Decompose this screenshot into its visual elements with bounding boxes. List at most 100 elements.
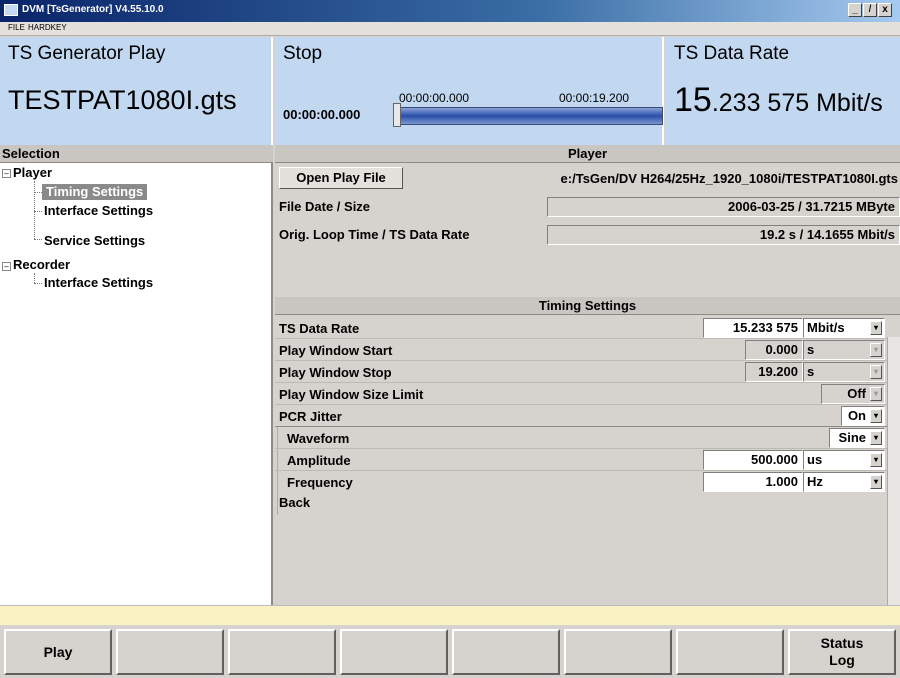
row-amplitude: Amplitude 500.000 us ▾ xyxy=(275,449,887,471)
title-bar: DVM [TsGenerator] V4.55.10.0 _ ̸ x xyxy=(0,0,900,22)
generator-panel: TS Generator Play TESTPAT1080I.gts xyxy=(0,37,273,145)
play-window-stop-input[interactable]: 19.200 xyxy=(745,362,803,382)
app-icon xyxy=(4,4,18,16)
window-end-time: 00:00:19.200 xyxy=(559,91,630,105)
position-slider[interactable] xyxy=(393,103,401,127)
collapse-icon[interactable]: – xyxy=(2,262,11,271)
selection-tree: – Player Timing Settings Interface Setti… xyxy=(0,163,273,605)
tree-item-service-settings[interactable]: Service Settings xyxy=(44,233,145,249)
row-ts-data-rate: TS Data Rate 15.233 575 Mbit/s ▾ xyxy=(275,317,887,339)
row-play-window-size-limit: Play Window Size Limit Off ▾ xyxy=(275,383,887,405)
chevron-down-icon[interactable]: ▾ xyxy=(870,475,882,489)
frequency-unit-select[interactable]: Hz ▾ xyxy=(803,472,885,492)
chevron-down-icon: ▾ xyxy=(870,365,882,379)
file-date-value: 2006-03-25 / 31.7215 MByte xyxy=(547,197,900,217)
chevron-down-icon[interactable]: ▾ xyxy=(870,453,882,467)
row-play-window-start: Play Window Start 0.000 s ▾ xyxy=(275,339,887,361)
play-window-size-limit-value: Off xyxy=(847,386,866,401)
pcr-jitter-value: On xyxy=(847,408,866,423)
open-play-file-button[interactable]: Open Play File xyxy=(279,167,403,189)
progress-bar xyxy=(393,107,663,125)
status-bar xyxy=(0,605,900,625)
minimize-button[interactable]: _ xyxy=(848,3,862,17)
ts-data-rate-unit: Mbit/s xyxy=(807,320,845,335)
waveform-label: Waveform xyxy=(287,431,350,446)
player-panel: Open Play File e:/TsGen/DV H264/25Hz_192… xyxy=(275,163,900,605)
generator-caption: TS Generator Play xyxy=(8,43,166,64)
waveform-select[interactable]: Sine ▾ xyxy=(829,428,885,448)
ts-data-rate-input[interactable]: 15.233 575 xyxy=(703,318,803,338)
softkey-4[interactable] xyxy=(340,629,448,675)
play-softkey[interactable]: Play xyxy=(4,629,112,675)
play-window-stop-unit-select[interactable]: s ▾ xyxy=(803,362,885,382)
play-window-start-input[interactable]: 0.000 xyxy=(745,340,803,360)
play-window-start-unit-select[interactable]: s ▾ xyxy=(803,340,885,360)
status-log-softkey[interactable]: Status Log xyxy=(788,629,896,675)
play-window-start-unit: s xyxy=(807,342,815,357)
play-state: Stop xyxy=(283,43,323,64)
pcr-jitter-select[interactable]: On ▾ xyxy=(841,406,885,426)
file-date-label: File Date / Size xyxy=(279,199,371,214)
current-time: 00:00:00.000 xyxy=(283,107,361,122)
tree-item-interface-settings[interactable]: Interface Settings xyxy=(44,203,153,219)
waveform-value: Sine xyxy=(838,430,866,445)
data-rate-major: 15 xyxy=(674,81,712,119)
chevron-down-icon[interactable]: ▾ xyxy=(870,409,882,423)
softkey-3[interactable] xyxy=(228,629,336,675)
row-waveform: Waveform Sine ▾ xyxy=(275,427,887,449)
row-frequency: Frequency 1.000 Hz ▾ xyxy=(275,471,887,493)
data-rate-panel: TS Data Rate 15.233 575 Mbit/s xyxy=(666,37,900,145)
function-key-bar: Play Status Log xyxy=(0,625,900,678)
row-play-window-stop: Play Window Stop 19.200 s ▾ xyxy=(275,361,887,383)
menu-file[interactable]: FILE xyxy=(8,23,25,32)
window-start-time: 00:00:00.000 xyxy=(399,91,470,105)
back-link[interactable]: Back xyxy=(279,495,310,510)
row-pcr-jitter: PCR Jitter On ▾ xyxy=(275,405,887,427)
chevron-down-icon[interactable]: ▾ xyxy=(870,431,882,445)
amplitude-input[interactable]: 500.000 xyxy=(703,450,803,470)
frequency-label: Frequency xyxy=(287,475,353,490)
softkey-2[interactable] xyxy=(116,629,224,675)
vertical-scrollbar[interactable] xyxy=(887,337,900,605)
file-path: e:/TsGen/DV H264/25Hz_1920_1080i/TESTPAT… xyxy=(560,171,898,186)
tree-item-recorder[interactable]: Recorder xyxy=(13,257,70,273)
chevron-down-icon[interactable]: ▾ xyxy=(870,321,882,335)
ts-data-rate-unit-select[interactable]: Mbit/s ▾ xyxy=(803,318,885,338)
amplitude-unit-select[interactable]: us ▾ xyxy=(803,450,885,470)
tree-item-recorder-interface-settings[interactable]: Interface Settings xyxy=(44,275,153,291)
data-rate-caption: TS Data Rate xyxy=(674,43,790,64)
play-file-name: TESTPAT1080I.gts xyxy=(8,85,237,115)
loop-label: Orig. Loop Time / TS Data Rate xyxy=(279,227,470,242)
window-title: DVM [TsGenerator] V4.55.10.0 xyxy=(22,4,164,15)
ts-data-rate-label: TS Data Rate xyxy=(279,321,360,336)
timing-settings-header: Timing Settings xyxy=(275,297,900,315)
play-window-size-limit-select[interactable]: Off ▾ xyxy=(821,384,885,404)
amplitude-unit: us xyxy=(807,452,823,467)
softkey-5[interactable] xyxy=(452,629,560,675)
collapse-icon[interactable]: – xyxy=(2,169,11,178)
frequency-unit: Hz xyxy=(807,474,823,489)
chevron-down-icon: ▾ xyxy=(870,343,882,357)
frequency-input[interactable]: 1.000 xyxy=(703,472,803,492)
pcr-jitter-label: PCR Jitter xyxy=(279,409,342,424)
close-button[interactable]: x xyxy=(878,3,892,17)
play-window-size-limit-label: Play Window Size Limit xyxy=(279,387,424,402)
player-header: Player xyxy=(275,145,900,163)
tree-item-player[interactable]: Player xyxy=(13,165,52,181)
tree-item-timing-settings[interactable]: Timing Settings xyxy=(42,184,148,200)
amplitude-label: Amplitude xyxy=(287,453,351,468)
chevron-down-icon: ▾ xyxy=(870,387,882,401)
menu-bar: FILE HARDKEY xyxy=(0,22,900,36)
play-window-start-label: Play Window Start xyxy=(279,343,393,358)
softkey-6[interactable] xyxy=(564,629,672,675)
selection-header: Selection xyxy=(0,145,273,163)
data-rate-minor: .233 575 Mbit/s xyxy=(711,89,883,117)
maximize-button[interactable]: ̸ xyxy=(863,3,877,17)
play-window-stop-unit: s xyxy=(807,364,815,379)
menu-hardkey[interactable]: HARDKEY xyxy=(28,23,67,32)
play-status-panel: Stop 00:00:00.000 00:00:00.000 00:00:19.… xyxy=(275,37,664,145)
loop-value: 19.2 s / 14.1655 Mbit/s xyxy=(547,225,900,245)
play-window-stop-label: Play Window Stop xyxy=(279,365,392,380)
data-rate-display: 15.233 575 Mbit/s xyxy=(674,81,883,120)
softkey-7[interactable] xyxy=(676,629,784,675)
